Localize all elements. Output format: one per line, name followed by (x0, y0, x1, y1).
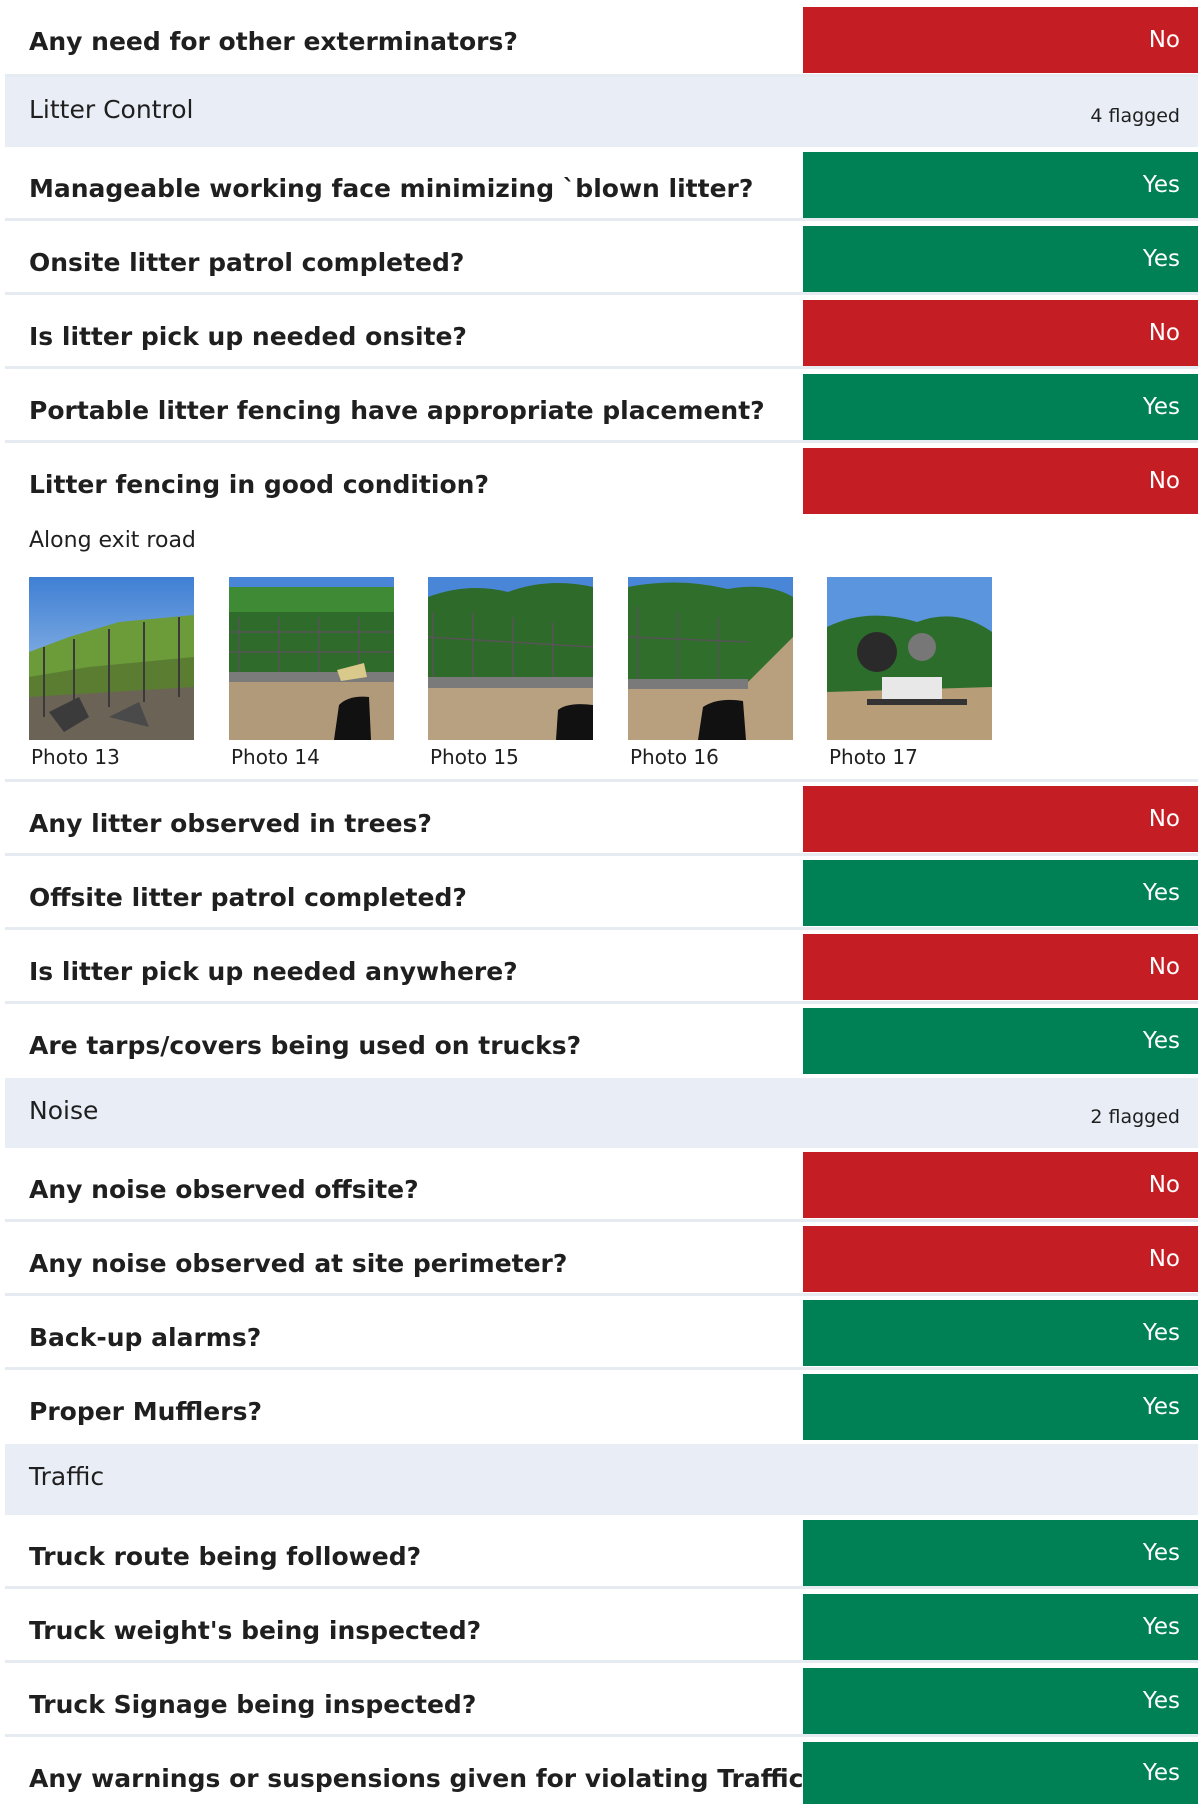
flagged-count: 4 flagged (1090, 105, 1180, 127)
question-row: Offsite litter patrol completed? Yes (5, 856, 1198, 930)
question-row: Any noise observed at site perimeter? No (5, 1222, 1198, 1296)
answer-badge: Yes (803, 1594, 1198, 1660)
answer-badge: No (803, 7, 1198, 73)
question-text: Any noise observed at site perimeter? (29, 1249, 568, 1278)
question-row: Any need for other exterminators? No (5, 0, 1198, 77)
question-text: Any need for other exterminators? (29, 27, 518, 56)
answer-badge: Yes (803, 1008, 1198, 1074)
question-row: Truck route being followed? Yes (5, 1515, 1198, 1589)
question-text: Back-up alarms? (29, 1323, 262, 1352)
photo-thumbnail[interactable] (428, 577, 593, 740)
question-row: Is litter pick up needed onsite? No (5, 295, 1198, 369)
question-text: Truck Signage being inspected? (29, 1690, 477, 1719)
question-text: Is litter pick up needed anywhere? (29, 957, 518, 986)
question-text: Any warnings or suspensions given for vi… (29, 1764, 804, 1793)
answer-badge: Yes (803, 1520, 1198, 1586)
question-text: Is litter pick up needed onsite? (29, 322, 467, 351)
photo-thumbnail[interactable] (628, 577, 793, 740)
answer-badge: No (803, 1152, 1198, 1218)
section-title: Litter Control (29, 95, 194, 124)
photo-caption: Photo 16 (630, 745, 719, 769)
answer-badge: No (803, 300, 1198, 366)
inspection-report: Any need for other exterminators? No Lit… (0, 0, 1198, 1804)
section-header-litter-control: Litter Control 4 flagged (5, 77, 1198, 147)
section-header-noise: Noise 2 flagged (5, 1078, 1198, 1148)
answer-badge: Yes (803, 860, 1198, 926)
answer-badge: Yes (803, 1374, 1198, 1440)
photo-item[interactable]: Photo 16 (628, 577, 793, 769)
question-row: Truck Signage being inspected? Yes (5, 1663, 1198, 1737)
answer-badge: No (803, 448, 1198, 514)
question-text: Manageable working face minimizing `blow… (29, 174, 754, 203)
question-row: Any warnings or suspensions given for vi… (5, 1737, 1198, 1804)
question-row: Portable litter fencing have appropriate… (5, 369, 1198, 443)
photo-caption: Photo 14 (231, 745, 320, 769)
photo-thumbnail[interactable] (29, 577, 194, 740)
question-row: Back-up alarms? Yes (5, 1296, 1198, 1370)
question-row: Are tarps/covers being used on trucks? Y… (5, 1004, 1198, 1078)
question-text: Are tarps/covers being used on trucks? (29, 1031, 582, 1060)
question-row: Any noise observed offsite? No (5, 1148, 1198, 1222)
question-row: Truck weight's being inspected? Yes (5, 1589, 1198, 1663)
answer-badge: No (803, 934, 1198, 1000)
answer-badge: Yes (803, 374, 1198, 440)
question-text: Any noise observed offsite? (29, 1175, 419, 1204)
question-row: Any litter observed in trees? No (5, 782, 1198, 856)
question-row: Litter fencing in good condition? No (5, 443, 1198, 517)
question-row: Onsite litter patrol completed? Yes (5, 221, 1198, 295)
section-header-traffic: Traffic (5, 1444, 1198, 1515)
question-text: Truck weight's being inspected? (29, 1616, 482, 1645)
section-title: Traffic (29, 1462, 105, 1491)
item-note: Along exit road (29, 528, 196, 553)
question-text: Any litter observed in trees? (29, 809, 432, 838)
answer-badge: Yes (803, 1668, 1198, 1734)
answer-badge: No (803, 1226, 1198, 1292)
section-title: Noise (29, 1096, 99, 1125)
photo-item[interactable]: Photo 17 (827, 577, 992, 769)
flagged-count: 2 flagged (1090, 1106, 1180, 1128)
photo-item[interactable]: Photo 14 (229, 577, 394, 769)
photo-caption: Photo 17 (829, 745, 918, 769)
photo-thumbnail[interactable] (229, 577, 394, 740)
question-text: Portable litter fencing have appropriate… (29, 396, 765, 425)
question-row: Is litter pick up needed anywhere? No (5, 930, 1198, 1004)
answer-badge: Yes (803, 1742, 1198, 1804)
answer-badge: Yes (803, 1300, 1198, 1366)
photo-caption: Photo 13 (31, 745, 120, 769)
question-text: Litter fencing in good condition? (29, 470, 489, 499)
photo-thumbnail[interactable] (827, 577, 992, 740)
photo-item[interactable]: Photo 15 (428, 577, 593, 769)
answer-badge: Yes (803, 226, 1198, 292)
answer-badge: Yes (803, 152, 1198, 218)
question-text: Onsite litter patrol completed? (29, 248, 465, 277)
photo-caption: Photo 15 (430, 745, 519, 769)
question-text: Offsite litter patrol completed? (29, 883, 467, 912)
answer-badge: No (803, 786, 1198, 852)
photo-item[interactable]: Photo 13 (29, 577, 194, 769)
question-row: Proper Mufflers? Yes (5, 1370, 1198, 1444)
question-text: Proper Mufflers? (29, 1397, 262, 1426)
question-text: Truck route being followed? (29, 1542, 422, 1571)
question-row: Manageable working face minimizing `blow… (5, 147, 1198, 221)
